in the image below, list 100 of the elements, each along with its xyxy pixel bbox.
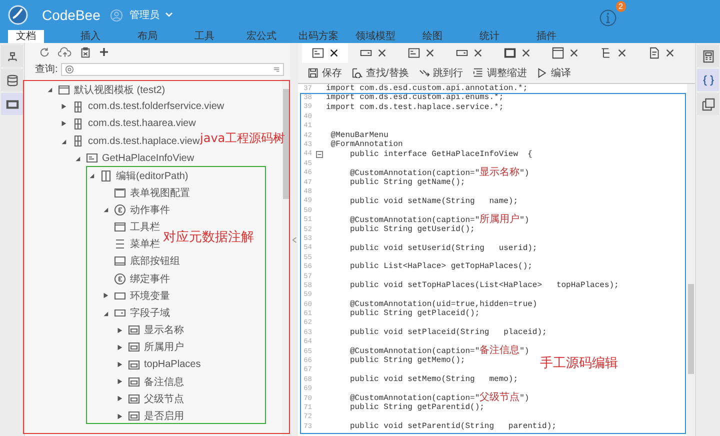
text-field-icon	[128, 341, 140, 354]
tree-item[interactable]: com.ds.test.haplace.view	[88, 136, 200, 147]
text-field-icon	[128, 376, 140, 388]
close-icon[interactable]	[474, 49, 482, 57]
expand-arrow-icon[interactable]	[116, 326, 123, 334]
menu-tab[interactable]: 布局	[119, 30, 176, 43]
arrow-icon	[418, 68, 430, 78]
window-icon	[552, 47, 564, 59]
notification-badge: 2	[616, 1, 626, 12]
chevron-icon[interactable]	[165, 12, 174, 18]
expand-arrow-icon[interactable]	[116, 361, 123, 368]
text-field-icon	[128, 324, 140, 336]
plus-icon[interactable]	[99, 47, 109, 57]
database-icon	[6, 74, 18, 86]
tree-item[interactable]: 底部按钮组	[130, 254, 180, 268]
search-field[interactable]	[60, 62, 284, 76]
close-icon[interactable]	[618, 49, 626, 57]
save-icon	[308, 68, 319, 78]
tree-item[interactable]: 显示名称	[144, 323, 184, 338]
refresh-icon[interactable]	[39, 46, 50, 58]
rail-button[interactable]	[1, 69, 23, 91]
cloud-upload-icon[interactable]	[58, 46, 72, 58]
expand-arrow-icon[interactable]	[116, 344, 123, 351]
expand-arrow-icon[interactable]	[60, 103, 67, 110]
rail-button[interactable]	[697, 93, 719, 115]
code-line: @CustomAnnotation(caption="所属用户")	[349, 214, 530, 225]
editor-tab[interactable]	[302, 43, 348, 63]
collapse-arrow-icon[interactable]	[102, 310, 109, 317]
code-line: public String getMemo();	[349, 356, 466, 366]
code-line: public String getName();	[349, 178, 466, 188]
filter-icon[interactable]	[273, 66, 280, 72]
close-icon[interactable]	[570, 49, 578, 57]
search-icon	[352, 68, 363, 78]
collapse-arrow-icon[interactable]	[88, 172, 95, 180]
toolbar-button[interactable]: 跳到行	[418, 66, 463, 80]
code-line: @CustomAnnotation(caption="显示名称")	[349, 168, 530, 178]
toolbar-button[interactable]: 保存	[308, 66, 342, 80]
tree-item[interactable]: com.ds.test.folderfservice.view	[88, 101, 224, 112]
toolbar-button[interactable]: 编译	[536, 66, 571, 80]
expand-arrow-icon[interactable]	[116, 412, 123, 420]
expand-arrow-icon[interactable]	[116, 395, 123, 402]
rail-button[interactable]	[1, 93, 23, 115]
toolbar-button[interactable]: 调整缩进	[472, 66, 527, 80]
close-icon[interactable]	[378, 49, 386, 57]
tree-item[interactable]: 是否启用	[144, 409, 184, 424]
menu-tab[interactable]: 插入	[62, 30, 119, 43]
copy-icon	[702, 98, 714, 110]
tree-item[interactable]: 绑定事件	[130, 272, 170, 286]
tree-item[interactable]: com.ds.test.haarea.view	[88, 118, 196, 130]
menu-tab[interactable]: 统计	[461, 30, 518, 43]
package-icon	[72, 100, 84, 113]
rail-button[interactable]	[697, 69, 719, 91]
rail-button[interactable]	[697, 45, 719, 67]
collapse-arrow-icon[interactable]	[102, 206, 109, 214]
collapse-arrow-icon[interactable]	[60, 138, 67, 145]
fold-icon[interactable]	[316, 150, 322, 158]
toolbar-button[interactable]: 查找/替换	[352, 66, 409, 80]
tree-item[interactable]: topHaPlaces	[144, 359, 201, 370]
expand-arrow-icon[interactable]	[102, 292, 109, 300]
menu-tab[interactable]: 绘图	[404, 30, 461, 43]
tree-item[interactable]: 备注信息	[144, 374, 184, 389]
menu-tab[interactable]: 插件	[518, 30, 575, 43]
collapse-arrow-icon[interactable]	[74, 154, 81, 162]
close-icon[interactable]	[426, 49, 434, 57]
calculator-icon	[702, 50, 714, 62]
close-icon[interactable]	[522, 49, 530, 57]
tree-icon	[6, 50, 18, 62]
indent-icon	[472, 68, 484, 78]
tree-item[interactable]: 所属用户	[144, 340, 184, 354]
tree-item[interactable]: 环境变量	[130, 288, 170, 303]
code-line: public void setTopHaPlaces(List<HaPlace> topHaPlaces);	[349, 281, 619, 291]
menu-tab[interactable]: 文档	[8, 30, 44, 43]
rail-button[interactable]	[1, 45, 23, 67]
tree-item[interactable]: 菜单栏	[130, 237, 160, 252]
tree-item[interactable]: 默认视图模板 (test2)	[74, 82, 166, 97]
menu-tab[interactable]: 出码方案	[290, 30, 347, 43]
code-line: @MenuBarMenu	[330, 130, 388, 140]
tree-item[interactable]: 编辑(editorPath)	[116, 168, 188, 183]
tree-item[interactable]: 父级节点	[144, 392, 184, 406]
close-icon[interactable]	[666, 49, 674, 57]
code-line: import com.ds.test.haplace.service.*;	[326, 102, 504, 112]
expand-arrow-icon[interactable]	[116, 378, 123, 386]
tree-item[interactable]: 工具栏	[130, 220, 160, 234]
tree-item[interactable]: 表单视图配置	[130, 186, 190, 200]
menu-tab[interactable]: 宏公式	[233, 30, 290, 43]
menu-tab[interactable]: 领域模型	[347, 30, 404, 43]
tree-item[interactable]: GetHaPlaceInfoView	[102, 152, 194, 164]
code-line: import com.ds.esd.custom.api.enums.*;	[326, 93, 504, 103]
play-icon	[536, 68, 548, 78]
annotation-label: java工程源码树	[200, 130, 286, 145]
scrollbar[interactable]	[687, 84, 695, 436]
clipboard-icon[interactable]	[80, 46, 91, 58]
window-icon	[6, 98, 18, 110]
menu-tab[interactable]: 工具	[176, 30, 233, 43]
collapse-arrow-icon[interactable]	[46, 86, 53, 94]
close-icon[interactable]	[330, 49, 338, 57]
tree-item[interactable]: 字段子域	[130, 306, 170, 320]
code-line: public void setName(String name);	[349, 196, 518, 206]
expand-arrow-icon[interactable]	[60, 120, 67, 128]
tree-item[interactable]: 动作事件	[130, 202, 170, 217]
